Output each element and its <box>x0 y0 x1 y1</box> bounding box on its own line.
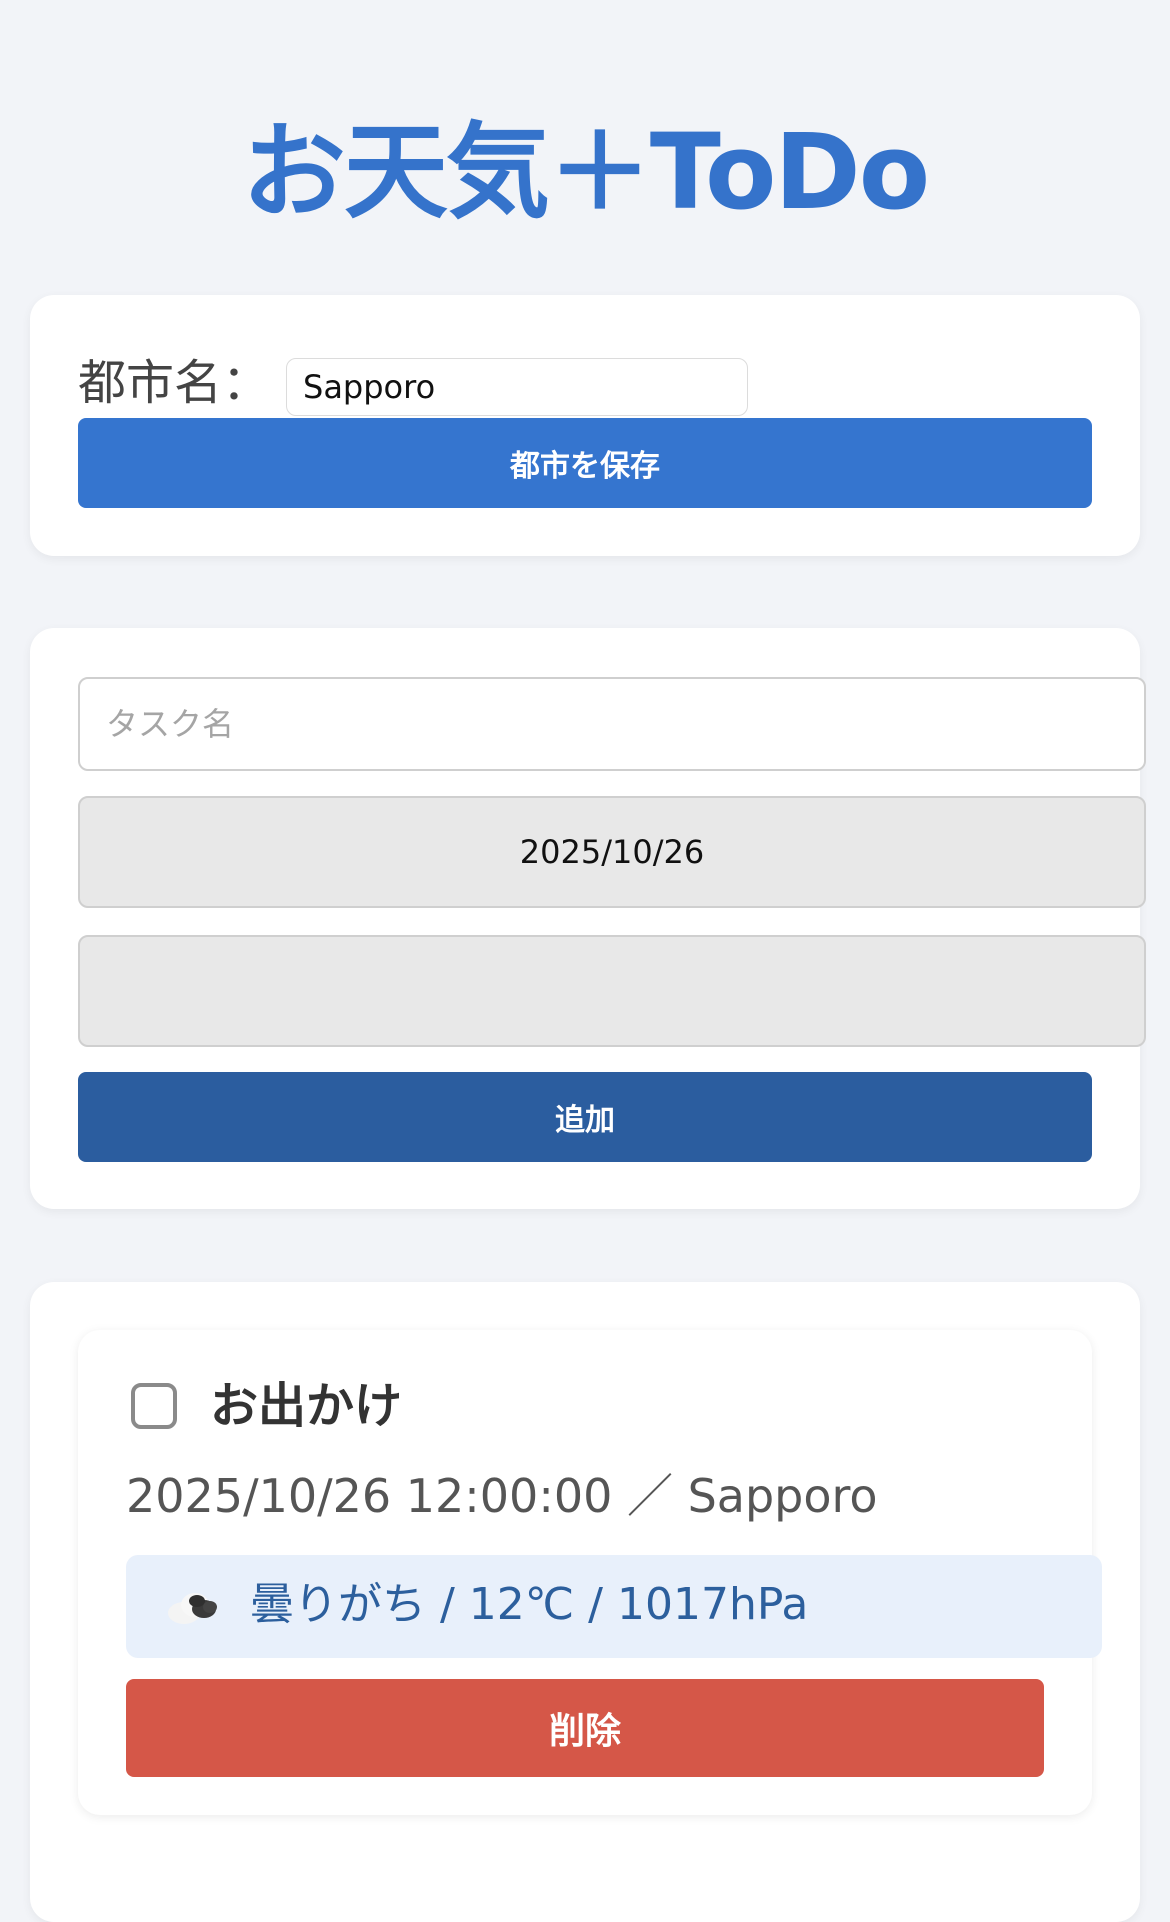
city-label: 都市名： <box>78 355 271 411</box>
city-settings-card: 都市名： 都市を保存 <box>30 295 1140 556</box>
add-task-card: 2025/10/26 追加 <box>30 628 1146 1209</box>
add-task-button[interactable]: 追加 <box>78 1072 1092 1162</box>
cloud-icon <box>168 1593 217 1624</box>
save-city-button[interactable]: 都市を保存 <box>78 418 1092 508</box>
task-name-input[interactable] <box>78 677 1146 771</box>
task-date-input[interactable]: 2025/10/26 <box>78 796 1146 908</box>
delete-task-button[interactable]: 削除 <box>126 1679 1044 1777</box>
todo-list-card: お出かけ 2025/10/26 12:00:00 ／ Sapporo 曇りがち … <box>30 1282 1140 1922</box>
weather-text: 曇りがち / 12℃ / 1017hPa <box>250 1579 809 1630</box>
todo-item: お出かけ 2025/10/26 12:00:00 ／ Sapporo 曇りがち … <box>78 1330 1102 1815</box>
todo-datetime-city: 2025/10/26 12:00:00 ／ Sapporo <box>126 1469 878 1523</box>
todo-title: お出かけ <box>210 1378 403 1434</box>
task-time-input[interactable] <box>78 935 1146 1047</box>
city-input[interactable] <box>286 358 748 416</box>
app-title: お天気＋ToDo <box>241 111 930 233</box>
weather-info: 曇りがち / 12℃ / 1017hPa <box>126 1555 1102 1658</box>
todo-checkbox[interactable] <box>131 1383 177 1429</box>
